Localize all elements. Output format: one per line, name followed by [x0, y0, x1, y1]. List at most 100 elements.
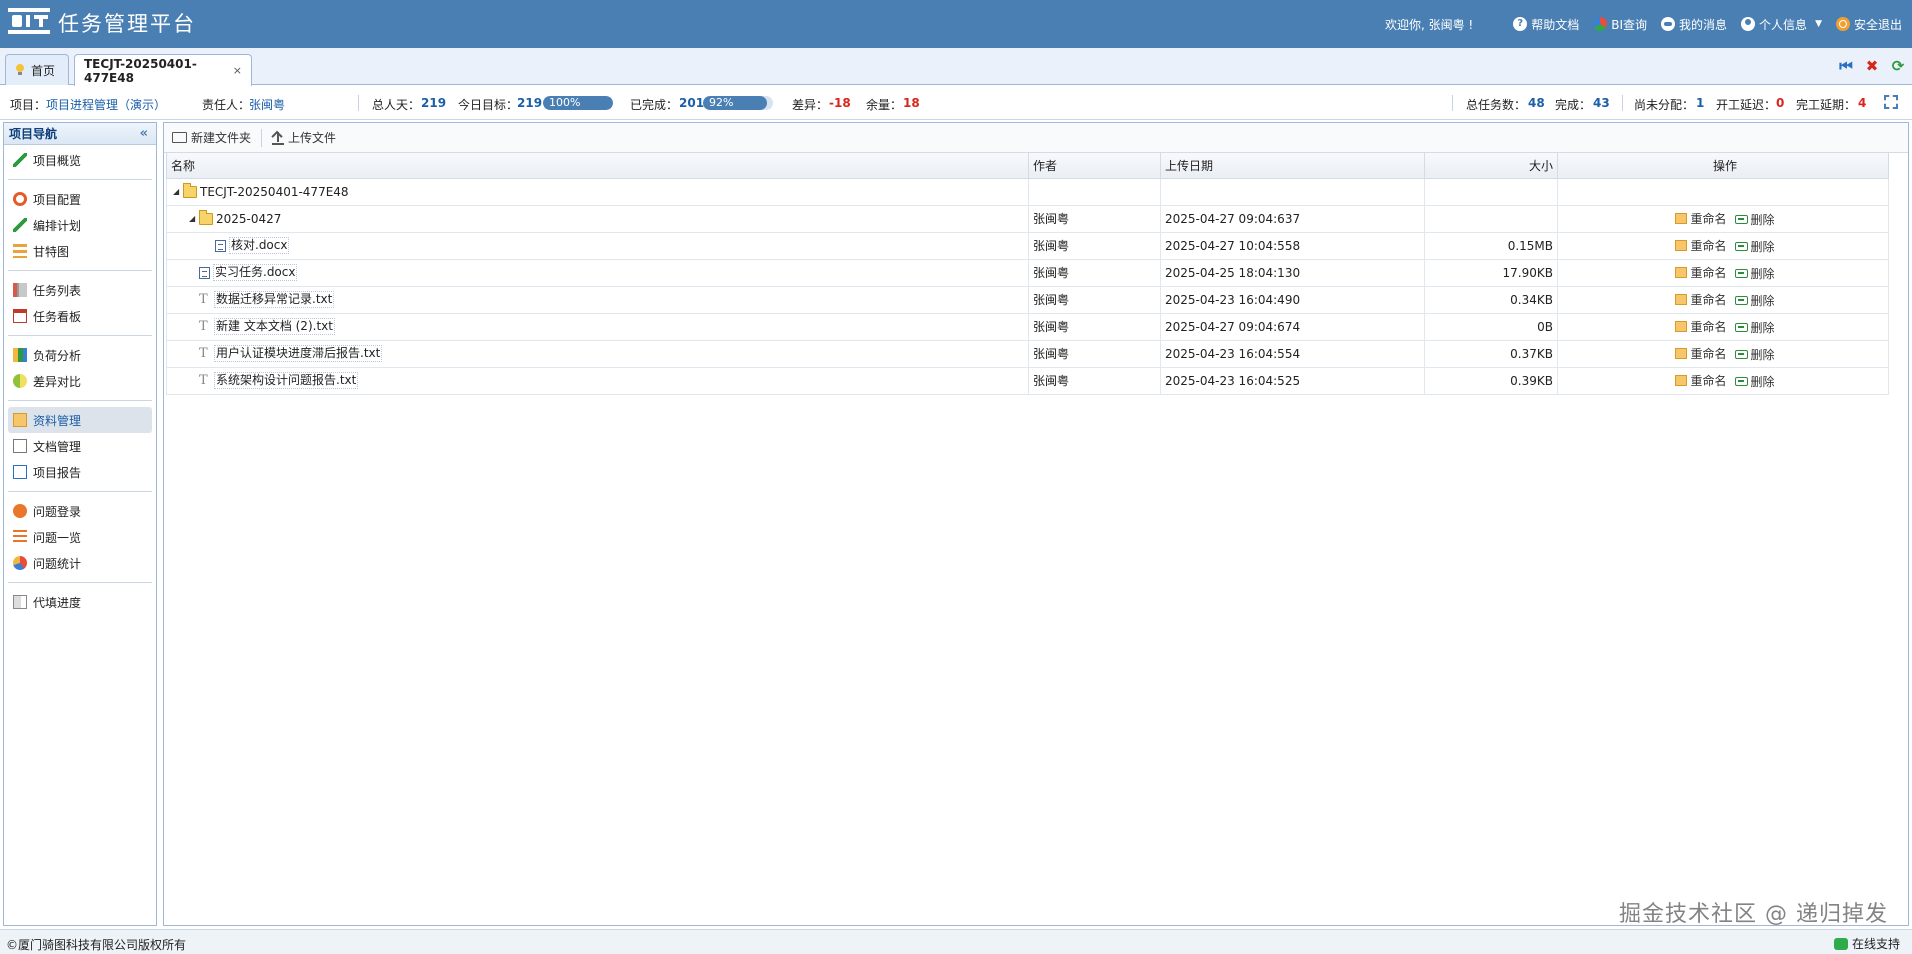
sidebar-item-5-0[interactable]: 问题登录	[8, 498, 152, 524]
sidebar-item-6-0[interactable]: 代填进度	[8, 589, 152, 615]
help-docs-link[interactable]: ? 帮助文档	[1513, 16, 1579, 33]
sidebar-item-label: 项目报告	[33, 465, 82, 480]
gear-icon	[13, 192, 27, 206]
completed-value: 201	[679, 96, 705, 110]
sidebar-item-3-1[interactable]: 差异对比	[8, 368, 152, 394]
tab-project[interactable]: TECJT-20250401-477E48 ×	[74, 54, 252, 86]
first-tab-icon[interactable]: ⏮	[1838, 58, 1854, 74]
sidebar-item-2-1[interactable]: 任务看板	[8, 303, 152, 329]
project-name[interactable]: 项目进程管理（演示）	[46, 96, 166, 113]
expand-toggle-icon[interactable]: ◢	[189, 214, 199, 223]
column-header-author[interactable]: 作者	[1028, 153, 1161, 179]
sidebar-item-0-0[interactable]: 项目概览	[8, 147, 152, 173]
file-name[interactable]: 数据迁移异常记录.txt	[214, 291, 335, 308]
file-name-cell: T 系统架构设计问题报告.txt	[166, 366, 1029, 395]
rename-button[interactable]: 重命名	[1675, 318, 1727, 335]
gantt-icon	[13, 244, 27, 258]
my-messages-link[interactable]: 我的消息	[1661, 16, 1727, 33]
rename-icon	[1675, 239, 1688, 251]
sidebar-item-5-1[interactable]: 问题一览	[8, 524, 152, 550]
close-all-icon[interactable]: ✖	[1864, 58, 1880, 74]
file-name[interactable]: 2025-0427	[216, 212, 281, 226]
rename-button[interactable]: 重命名	[1675, 264, 1727, 281]
bi-query-link[interactable]: BI查询	[1593, 16, 1647, 33]
footer: ©厦门骑图科技有限公司版权所有 在线支持	[0, 929, 1912, 954]
profile-menu[interactable]: 个人信息 ▼	[1741, 16, 1822, 33]
sidebar-item-5-2[interactable]: 问题统计	[8, 550, 152, 576]
file-name-cell: T 用户认证模块进度滞后报告.txt	[166, 339, 1029, 368]
text-file-icon: T	[199, 346, 208, 361]
file-name[interactable]: 用户认证模块进度滞后报告.txt	[214, 345, 383, 362]
table-row[interactable]: 核对.docx 张闽粤 2025-04-27 10:04:558 0.15MB 重命名删…	[166, 231, 1889, 260]
sidebar-item-label: 差异对比	[33, 374, 82, 389]
file-name[interactable]: 实习任务.docx	[213, 264, 298, 281]
table-row[interactable]: T 数据迁移异常记录.txt 张闽粤 2025-04-23 16:04:490 0.34…	[166, 285, 1889, 314]
rename-button[interactable]: 重命名	[1675, 237, 1727, 254]
column-header-size[interactable]: 大小	[1424, 153, 1558, 179]
delete-button[interactable]: 删除	[1734, 265, 1775, 282]
online-support-link[interactable]: 在线支持	[1833, 935, 1900, 952]
sidebar-item-1-2[interactable]: 甘特图	[8, 238, 152, 264]
date-cell: 2025-04-23 16:04:490	[1160, 285, 1425, 314]
table-row[interactable]: ◢ 2025-0427 张闽粤 2025-04-27 09:04:637 重命名 删除	[166, 204, 1889, 233]
tab-bar: 首页 TECJT-20250401-477E48 ×	[0, 48, 1912, 86]
diff-value: -18	[829, 96, 851, 110]
file-name[interactable]: TECJT-20250401-477E48	[200, 185, 349, 199]
rename-button[interactable]: 重命名	[1675, 345, 1727, 362]
text-file-icon: T	[199, 292, 208, 307]
table-row[interactable]: ◢ TECJT-20250401-477E48	[166, 177, 1889, 206]
column-header-name[interactable]: 名称	[166, 153, 1029, 179]
delete-button[interactable]: 删除	[1734, 319, 1775, 336]
owner-label: 责任人：	[202, 98, 251, 112]
delete-button[interactable]: 删除	[1734, 292, 1775, 309]
start-delay-value: 0	[1776, 96, 1785, 110]
sidebar-item-4-2[interactable]: 项目报告	[8, 459, 152, 485]
file-manager-panel: 新建文件夹 上传文件 名称 作者 上传日期 大小 操作 ◢ TECJT-20250…	[163, 122, 1909, 926]
sidebar-item-4-0[interactable]: 资料管理	[8, 407, 152, 433]
rename-button[interactable]: 重命名	[1675, 210, 1727, 227]
table-row[interactable]: T 系统架构设计问题报告.txt 张闽粤 2025-04-23 16:04:525 0.…	[166, 366, 1889, 395]
sidebar-item-1-0[interactable]: 项目配置	[8, 186, 152, 212]
sidebar-item-2-0[interactable]: 任务列表	[8, 277, 152, 303]
file-name[interactable]: 核对.docx	[229, 237, 290, 254]
author-cell: 张闽粤	[1028, 339, 1161, 368]
date-cell: 2025-04-23 16:04:525	[1160, 366, 1425, 395]
file-name[interactable]: 新建 文本文档 (2).txt	[214, 318, 335, 335]
sidebar-item-3-0[interactable]: 负荷分析	[8, 342, 152, 368]
expand-toggle-icon[interactable]: ◢	[173, 187, 183, 196]
column-header-actions: 操作	[1557, 153, 1889, 179]
sidebar-item-label: 任务列表	[33, 283, 82, 298]
sidebar-item-label: 资料管理	[33, 413, 82, 428]
today-target-value: 219	[517, 96, 543, 110]
table-row[interactable]: T 用户认证模块进度滞后报告.txt 张闽粤 2025-04-23 16:04:554…	[166, 339, 1889, 368]
actions-cell: 重命名 删除	[1557, 204, 1889, 233]
close-icon[interactable]: ×	[233, 64, 242, 77]
table-row[interactable]: 实习任务.docx 张闽粤 2025-04-25 18:04:130 17.90KB 重…	[166, 258, 1889, 287]
user-icon	[1741, 17, 1756, 31]
fullscreen-icon[interactable]	[1884, 95, 1898, 109]
column-header-date[interactable]: 上传日期	[1160, 153, 1425, 179]
delete-button[interactable]: 删除	[1734, 346, 1775, 363]
rename-button[interactable]: 重命名	[1675, 291, 1727, 308]
delete-button[interactable]: 删除	[1734, 211, 1775, 228]
delete-button[interactable]: 删除	[1734, 238, 1775, 255]
table-row[interactable]: T 新建 文本文档 (2).txt 张闽粤 2025-04-27 09:04:674 0…	[166, 312, 1889, 341]
size-cell	[1424, 204, 1558, 233]
collapse-sidebar-icon[interactable]: «	[140, 123, 148, 145]
pencil-icon	[13, 153, 27, 167]
rename-button[interactable]: 重命名	[1675, 372, 1727, 389]
refresh-icon[interactable]: ⟳	[1890, 58, 1906, 74]
upload-file-button[interactable]: 上传文件	[272, 129, 336, 146]
logout-link[interactable]: 安全退出	[1835, 16, 1902, 33]
delete-button[interactable]: 删除	[1734, 373, 1775, 390]
sidebar-item-1-1[interactable]: 编排计划	[8, 212, 152, 238]
sidebar-item-label: 编排计划	[33, 218, 82, 233]
tab-home[interactable]: 首页	[5, 54, 69, 85]
app-logo	[8, 8, 50, 34]
rename-icon	[1675, 320, 1688, 332]
sidebar-item-4-1[interactable]: 文档管理	[8, 433, 152, 459]
author-cell: 张闽粤	[1028, 231, 1161, 260]
file-name[interactable]: 系统架构设计问题报告.txt	[214, 372, 359, 389]
app-header: 任务管理平台 欢迎你, 张闽粤 ! ? 帮助文档 BI查询 我的消息 个人信息 ▼ …	[0, 0, 1912, 48]
new-folder-button[interactable]: 新建文件夹	[172, 129, 251, 146]
